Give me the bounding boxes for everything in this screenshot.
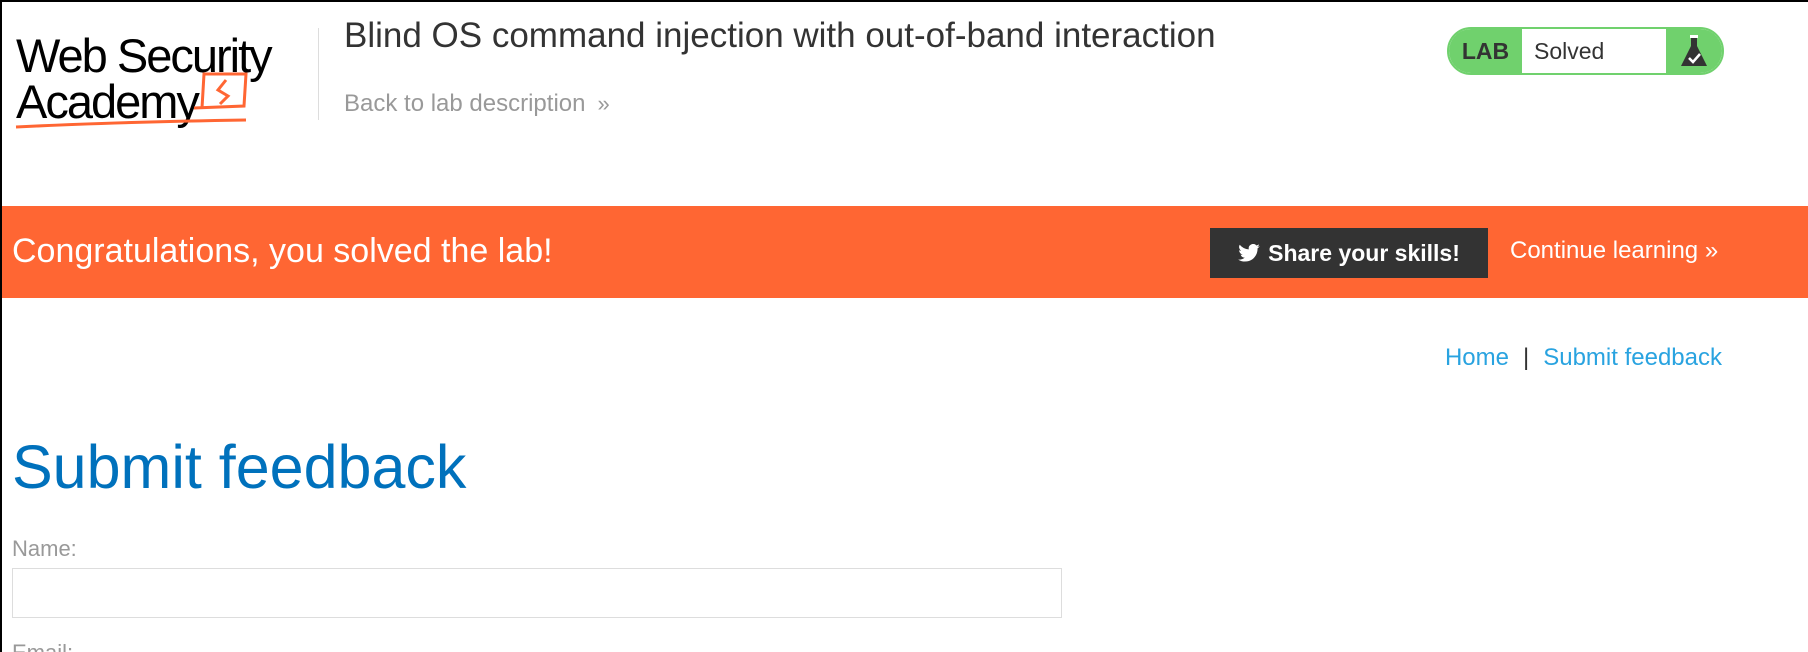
back-link-label: Back to lab description: [344, 90, 586, 117]
header-divider: [318, 28, 319, 120]
top-nav: Home | Submit feedback: [1445, 344, 1722, 372]
nav-separator: |: [1522, 344, 1530, 371]
lab-status-badge: LAB Solved: [1447, 27, 1724, 75]
twitter-icon: [1238, 244, 1260, 262]
double-chevron-right-icon: »: [1704, 237, 1719, 264]
continue-learning-link[interactable]: Continue learning »: [1510, 237, 1718, 265]
web-security-academy-logo[interactable]: Web Security Academy: [14, 26, 314, 134]
name-label: Name:: [12, 536, 77, 561]
flask-check-icon: [1666, 29, 1722, 73]
back-to-lab-description-link[interactable]: Back to lab description »: [344, 90, 610, 118]
nav-submit-feedback-link[interactable]: Submit feedback: [1543, 344, 1722, 371]
lab-label: LAB: [1449, 29, 1522, 73]
congratulations-message: Congratulations, you solved the lab!: [12, 232, 553, 270]
page-title: Submit feedback: [12, 433, 467, 501]
lab-title: Blind OS command injection with out-of-b…: [344, 16, 1216, 55]
email-label: Email:: [12, 640, 73, 652]
share-skills-button[interactable]: Share your skills!: [1210, 228, 1488, 278]
lab-status: Solved: [1522, 29, 1666, 73]
share-skills-label: Share your skills!: [1268, 239, 1460, 266]
solved-banner: Congratulations, you solved the lab! Sha…: [2, 206, 1808, 298]
name-input[interactable]: [12, 568, 1062, 618]
nav-home-link[interactable]: Home: [1445, 344, 1509, 371]
continue-learning-label: Continue learning: [1510, 237, 1699, 264]
double-chevron-right-icon: »: [597, 91, 610, 116]
